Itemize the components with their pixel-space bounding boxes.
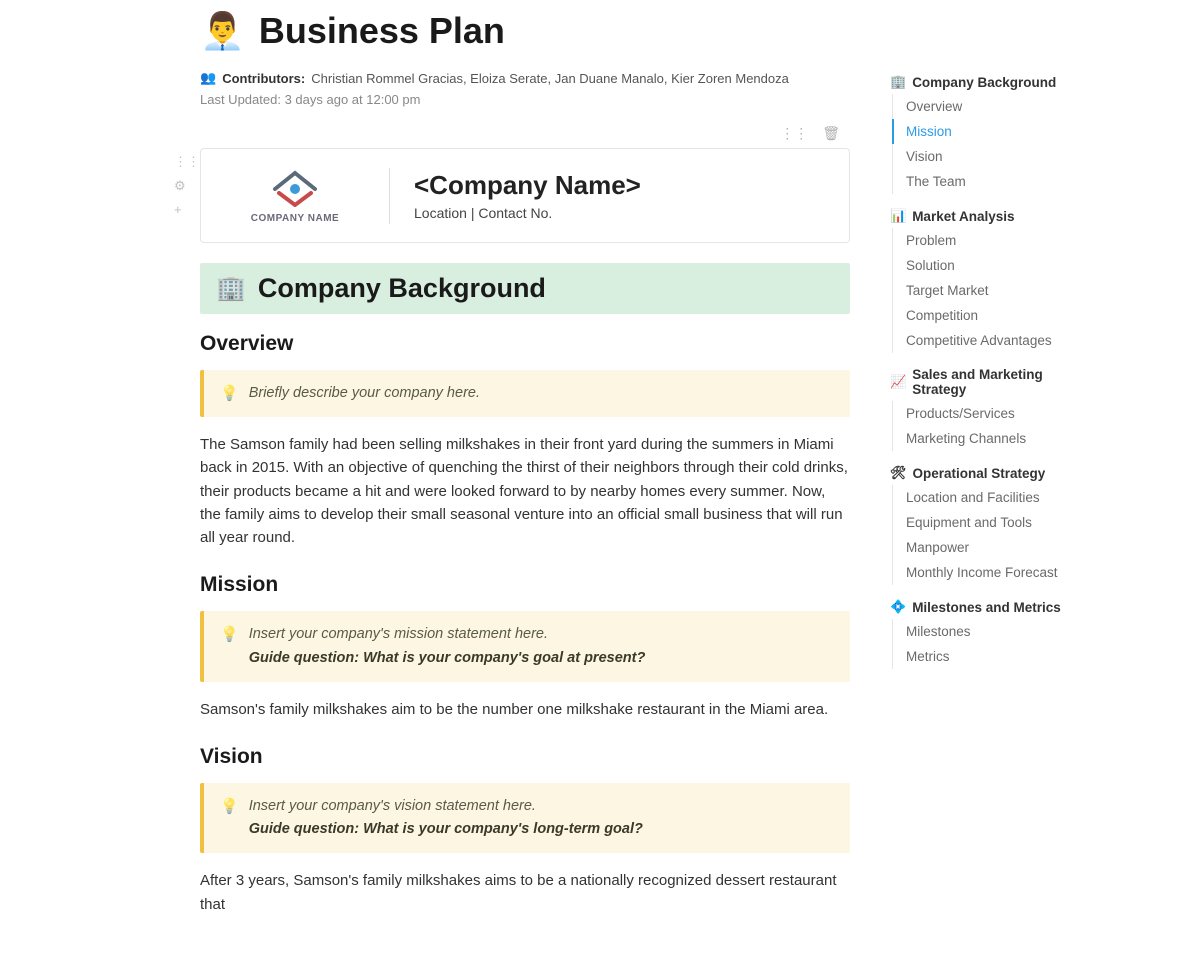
lightbulb-icon: 💡 — [220, 384, 239, 402]
block-controls: ⋮⋮ 🗑 — [200, 119, 850, 148]
toc-item[interactable]: Target Market — [892, 278, 1090, 303]
drag-handle-icon[interactable]: ⋮⋮ — [780, 125, 808, 142]
heading-overview[interactable]: Overview — [200, 332, 850, 356]
toc-item[interactable]: Solution — [892, 253, 1090, 278]
contributors-value: Christian Rommel Gracias, Eloiza Serate,… — [311, 71, 789, 86]
callout-vision-line1: Insert your company's vision statement h… — [249, 798, 536, 814]
callout-mission[interactable]: 💡 Insert your company's mission statemen… — [200, 611, 850, 681]
toc-item[interactable]: Milestones — [892, 619, 1090, 644]
toc-item[interactable]: Monthly Income Forecast — [892, 560, 1090, 585]
heading-mission[interactable]: Mission — [200, 573, 850, 597]
building-icon: 🏢 — [890, 74, 906, 90]
table-of-contents: 🏢Company Background OverviewMissionVisio… — [880, 0, 1110, 980]
company-subtext[interactable]: Location | Contact No. — [414, 205, 641, 221]
vertical-divider — [389, 168, 390, 224]
logo-caption: COMPANY NAME — [225, 213, 365, 224]
company-header-card[interactable]: COMPANY NAME <Company Name> Location | C… — [200, 148, 850, 243]
lightbulb-icon: 💡 — [220, 625, 239, 643]
building-icon: 🏢 — [216, 274, 246, 303]
callout-overview-text: Briefly describe your company here. — [249, 382, 480, 405]
toc-items-s3: Products/ServicesMarketing Channels — [892, 401, 1090, 451]
settings-gear-icon[interactable]: ⚙ — [174, 178, 200, 194]
toc-section-company-background: 🏢Company Background OverviewMissionVisio… — [890, 70, 1090, 194]
toc-head-milestones[interactable]: 💠Milestones and Metrics — [890, 595, 1090, 619]
toc-item[interactable]: Equipment and Tools — [892, 510, 1090, 535]
delete-icon[interactable]: 🗑 — [822, 125, 840, 142]
toc-item[interactable]: Overview — [892, 94, 1090, 119]
last-updated-row: Last Updated: 3 days ago at 12:00 pm — [200, 92, 850, 107]
toc-item[interactable]: Location and Facilities — [892, 485, 1090, 510]
toc-item[interactable]: Manpower — [892, 535, 1090, 560]
toc-items-s4: Location and FacilitiesEquipment and Too… — [892, 485, 1090, 585]
callout-mission-line1: Insert your company's mission statement … — [249, 626, 548, 642]
toc-head-market-analysis[interactable]: 📊Market Analysis — [890, 204, 1090, 228]
people-icon: 👥 — [200, 70, 216, 86]
overview-body[interactable]: The Samson family had been selling milks… — [200, 433, 850, 549]
toc-item[interactable]: Competition — [892, 303, 1090, 328]
vision-body[interactable]: After 3 years, Samson's family milkshake… — [200, 869, 850, 916]
house-logo-icon — [265, 167, 325, 207]
section-banner-company-background: 🏢 Company Background — [200, 263, 850, 314]
page-icon[interactable]: 👨‍💼 — [200, 10, 245, 52]
section-banner-title: Company Background — [258, 273, 546, 304]
company-logo: COMPANY NAME — [225, 167, 365, 224]
toc-head-operational[interactable]: 🛠Operational Strategy — [890, 461, 1090, 485]
toc-items-s1: OverviewMissionVisionThe Team — [892, 94, 1090, 194]
toc-head-sales-marketing[interactable]: 📈Sales and Marketing Strategy — [890, 363, 1090, 401]
page-title[interactable]: Business Plan — [259, 10, 505, 52]
toc-section-operational: 🛠Operational Strategy Location and Facil… — [890, 461, 1090, 585]
toc-item[interactable]: Competitive Advantages — [892, 328, 1090, 353]
callout-vision-guide: Guide question: What is your company's l… — [249, 818, 643, 841]
toc-section-milestones: 💠Milestones and Metrics MilestonesMetric… — [890, 595, 1090, 669]
toc-item[interactable]: Mission — [892, 119, 1090, 144]
toc-item[interactable]: The Team — [892, 169, 1090, 194]
tools-icon: 🛠 — [890, 465, 907, 481]
toc-section-sales-marketing: 📈Sales and Marketing Strategy Products/S… — [890, 363, 1090, 451]
toc-item[interactable]: Products/Services — [892, 401, 1090, 426]
toc-head-company-background[interactable]: 🏢Company Background — [890, 70, 1090, 94]
contributors-label: Contributors: — [222, 71, 305, 86]
callout-mission-guide: Guide question: What is your company's g… — [249, 647, 646, 670]
trend-icon: 📈 — [890, 374, 906, 390]
toc-items-s5: MilestonesMetrics — [892, 619, 1090, 669]
toc-item[interactable]: Metrics — [892, 644, 1090, 669]
toc-item[interactable]: Vision — [892, 144, 1090, 169]
block-gutter: ⋮⋮ ⚙ + — [174, 154, 200, 217]
last-updated-value: 3 days ago at 12:00 pm — [285, 92, 421, 107]
toc-item[interactable]: Marketing Channels — [892, 426, 1090, 451]
last-updated-label: Last Updated: — [200, 92, 281, 107]
company-name-placeholder[interactable]: <Company Name> — [414, 170, 641, 201]
diamond-icon: 💠 — [890, 599, 906, 615]
callout-overview[interactable]: 💡 Briefly describe your company here. — [200, 370, 850, 417]
toc-items-s2: ProblemSolutionTarget MarketCompetitionC… — [892, 228, 1090, 353]
toc-section-market-analysis: 📊Market Analysis ProblemSolutionTarget M… — [890, 204, 1090, 353]
heading-vision[interactable]: Vision — [200, 745, 850, 769]
drag-dots-icon[interactable]: ⋮⋮ — [174, 154, 200, 170]
toc-item[interactable]: Problem — [892, 228, 1090, 253]
callout-vision[interactable]: 💡 Insert your company's vision statement… — [200, 783, 850, 853]
contributors-row: 👥 Contributors: Christian Rommel Gracias… — [200, 70, 850, 86]
chart-icon: 📊 — [890, 208, 906, 224]
add-block-icon[interactable]: + — [174, 202, 200, 217]
page-title-row: 👨‍💼 Business Plan — [200, 10, 850, 52]
mission-body[interactable]: Samson's family milkshakes aim to be the… — [200, 698, 850, 721]
lightbulb-icon: 💡 — [220, 797, 239, 815]
